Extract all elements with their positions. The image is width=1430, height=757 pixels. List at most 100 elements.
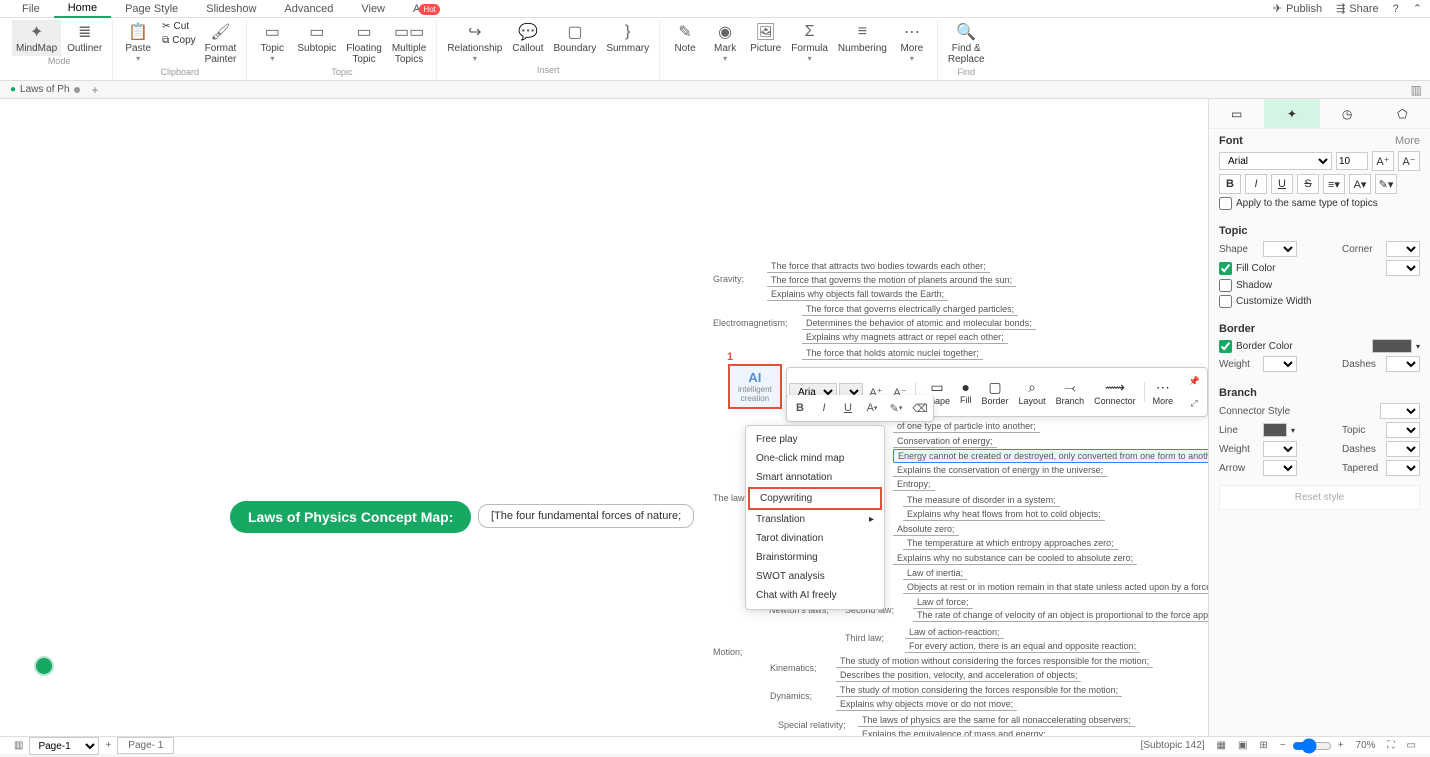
menu-slideshow[interactable]: Slideshow	[192, 1, 270, 17]
align-button[interactable]: ≡▾	[1323, 174, 1345, 194]
publish-button[interactable]: ✈Publish	[1273, 2, 1322, 15]
ft-branch[interactable]: ⤙Branch	[1052, 379, 1089, 406]
special-label[interactable]: Special relativity;	[778, 720, 846, 730]
fontcolor-button[interactable]: A▾	[1349, 174, 1371, 194]
multiple-topics[interactable]: ▭▭Multiple Topics	[388, 20, 430, 67]
connstyle-select[interactable]	[1380, 403, 1420, 419]
leaf-selected[interactable]: Energy cannot be created or destroyed, o…	[893, 449, 1208, 463]
ai-chat[interactable]: Chat with AI freely	[746, 586, 884, 605]
font-shrink[interactable]: A⁻	[1398, 151, 1420, 171]
fillcolor-check[interactable]: Fill Color	[1219, 260, 1420, 276]
document-tab[interactable]: ●Laws of Ph	[4, 84, 86, 95]
ft-connector[interactable]: ⟿Connector	[1090, 379, 1140, 406]
relativity-label[interactable]: Relativity;	[713, 735, 752, 736]
menu-advanced[interactable]: Advanced	[270, 1, 347, 17]
leaf[interactable]: Objects at rest or in motion remain in t…	[903, 581, 1208, 594]
custwidth-check[interactable]: Customize Width	[1219, 295, 1420, 308]
cut-button[interactable]: ✂Cut	[159, 20, 199, 33]
canvas[interactable]: Laws of Physics Concept Map: [The four f…	[0, 99, 1208, 736]
underline-button[interactable]: U	[1271, 174, 1293, 194]
view1-icon[interactable]: ▦	[1211, 740, 1232, 751]
picture-button[interactable]: 🖼Picture	[746, 20, 785, 56]
leaf[interactable]: Explains why heat flows from hot to cold…	[903, 508, 1105, 521]
status-pages-icon[interactable]: ▥	[8, 740, 29, 751]
numbering-button[interactable]: ≡Numbering	[834, 20, 891, 56]
fit-icon[interactable]: ▭	[1401, 740, 1422, 751]
fontsize-input[interactable]	[1336, 152, 1368, 170]
ai-brainstorm[interactable]: Brainstorming	[746, 548, 884, 567]
find-replace[interactable]: 🔍Find & Replace	[944, 20, 989, 67]
leaf[interactable]: Explains why magnets attract or repel ea…	[802, 331, 1008, 344]
leaf[interactable]: The study of motion considering the forc…	[836, 684, 1122, 697]
leaf[interactable]: The force that governs electrically char…	[802, 303, 1018, 316]
bold-button[interactable]: B	[1219, 174, 1241, 194]
add-page[interactable]: +	[99, 740, 117, 751]
rtab-style[interactable]: ▭	[1209, 99, 1264, 128]
mindmap-mode[interactable]: ✦MindMap	[12, 20, 61, 56]
menu-view[interactable]: View	[347, 1, 399, 17]
leaf[interactable]: The force that attracts two bodies towar…	[767, 260, 990, 273]
dashes-select[interactable]	[1386, 356, 1420, 372]
tapered-select[interactable]	[1386, 460, 1420, 476]
strike-button[interactable]: S	[1297, 174, 1319, 194]
third-label[interactable]: Third law;	[845, 633, 884, 643]
ai-oneclick[interactable]: One-click mind map	[746, 449, 884, 468]
leaf[interactable]: For every action, there is an equal and …	[905, 640, 1140, 653]
weight2-select[interactable]	[1263, 441, 1297, 457]
ai-copywriting[interactable]: Copywriting	[748, 487, 882, 510]
ft-bold[interactable]: B	[789, 397, 811, 419]
ft-underline[interactable]: U	[837, 397, 859, 419]
shadow-check[interactable]: Shadow	[1219, 279, 1420, 292]
ft-fill[interactable]: ●Fill	[956, 379, 976, 405]
more-insert[interactable]: ⋯More▾	[893, 20, 931, 65]
ft-fontcolor[interactable]: A▾	[861, 397, 883, 419]
zoom-value[interactable]: 70%	[1350, 740, 1382, 751]
font-grow[interactable]: A⁺	[1372, 151, 1394, 171]
shape-select[interactable]	[1263, 241, 1297, 257]
note-button[interactable]: ✎Note	[666, 20, 704, 56]
callout-button[interactable]: 💬Callout	[508, 20, 547, 56]
topic2-select[interactable]	[1386, 422, 1420, 438]
ft-layout[interactable]: ⌕Layout	[1015, 379, 1050, 406]
leaf[interactable]: Explains the equivalence of mass and ene…	[858, 728, 1050, 736]
bordercolor-check[interactable]: Border Color▾	[1219, 339, 1420, 353]
leaf[interactable]: Entropy;	[893, 478, 935, 491]
leaf[interactable]: Explains why objects move or do not move…	[836, 698, 1017, 711]
leaf[interactable]: Explains why objects fall towards the Ea…	[767, 288, 948, 301]
page-tab[interactable]: Page- 1	[117, 737, 174, 754]
bordercolor-swatch[interactable]	[1372, 339, 1412, 353]
view2-icon[interactable]: ▣	[1232, 740, 1253, 751]
outliner-mode[interactable]: ≣Outliner	[63, 20, 106, 56]
formula-button[interactable]: ΣFormula▾	[787, 20, 832, 65]
dashes2-select[interactable]	[1386, 441, 1420, 457]
relationship-button[interactable]: ↪Relationship▾	[443, 20, 506, 65]
leaf[interactable]: Law of inertia;	[903, 567, 967, 580]
copy-button[interactable]: ⧉Copy	[159, 34, 199, 47]
menu-ai[interactable]: AIHot	[399, 1, 454, 17]
ft-highlight[interactable]: ✎▾	[885, 397, 907, 419]
kinematics-label[interactable]: Kinematics;	[770, 663, 817, 673]
floating-topic[interactable]: ▭Floating Topic	[342, 20, 386, 67]
font-more[interactable]: More	[1395, 135, 1420, 147]
summary-button[interactable]: }Summary	[602, 20, 653, 56]
leaf[interactable]: Law of action-reaction;	[905, 626, 1004, 639]
add-tab[interactable]: +	[86, 83, 105, 97]
leaf[interactable]: The measure of disorder in a system;	[903, 494, 1060, 507]
leaf[interactable]: The laws of physics are the same for all…	[858, 714, 1135, 727]
corner-select[interactable]	[1386, 241, 1420, 257]
zoom-out[interactable]: −	[1274, 740, 1292, 751]
weight-select[interactable]	[1263, 356, 1297, 372]
leaf[interactable]: Explains why no substance can be cooled …	[893, 552, 1137, 565]
share-button[interactable]: ⇶Share	[1336, 2, 1379, 15]
format-painter[interactable]: 🖌Format Painter	[201, 20, 241, 67]
ft-border[interactable]: ▢Border	[978, 379, 1013, 406]
subtopic-button[interactable]: ▭Subtopic	[293, 20, 340, 56]
leaf[interactable]: Determines the behavior of atomic and mo…	[802, 317, 1036, 330]
leaf[interactable]: The force that holds atomic nuclei toget…	[802, 347, 983, 360]
menu-pagestyle[interactable]: Page Style	[111, 1, 192, 17]
tab-tool-icon[interactable]: ▥	[1403, 83, 1430, 97]
ai-button[interactable]: AI intelligent creation	[728, 364, 782, 409]
leaf[interactable]: The temperature at which entropy approac…	[903, 537, 1118, 550]
font-select[interactable]: Arial	[1219, 152, 1332, 170]
reset-style[interactable]: Reset style	[1219, 485, 1420, 510]
